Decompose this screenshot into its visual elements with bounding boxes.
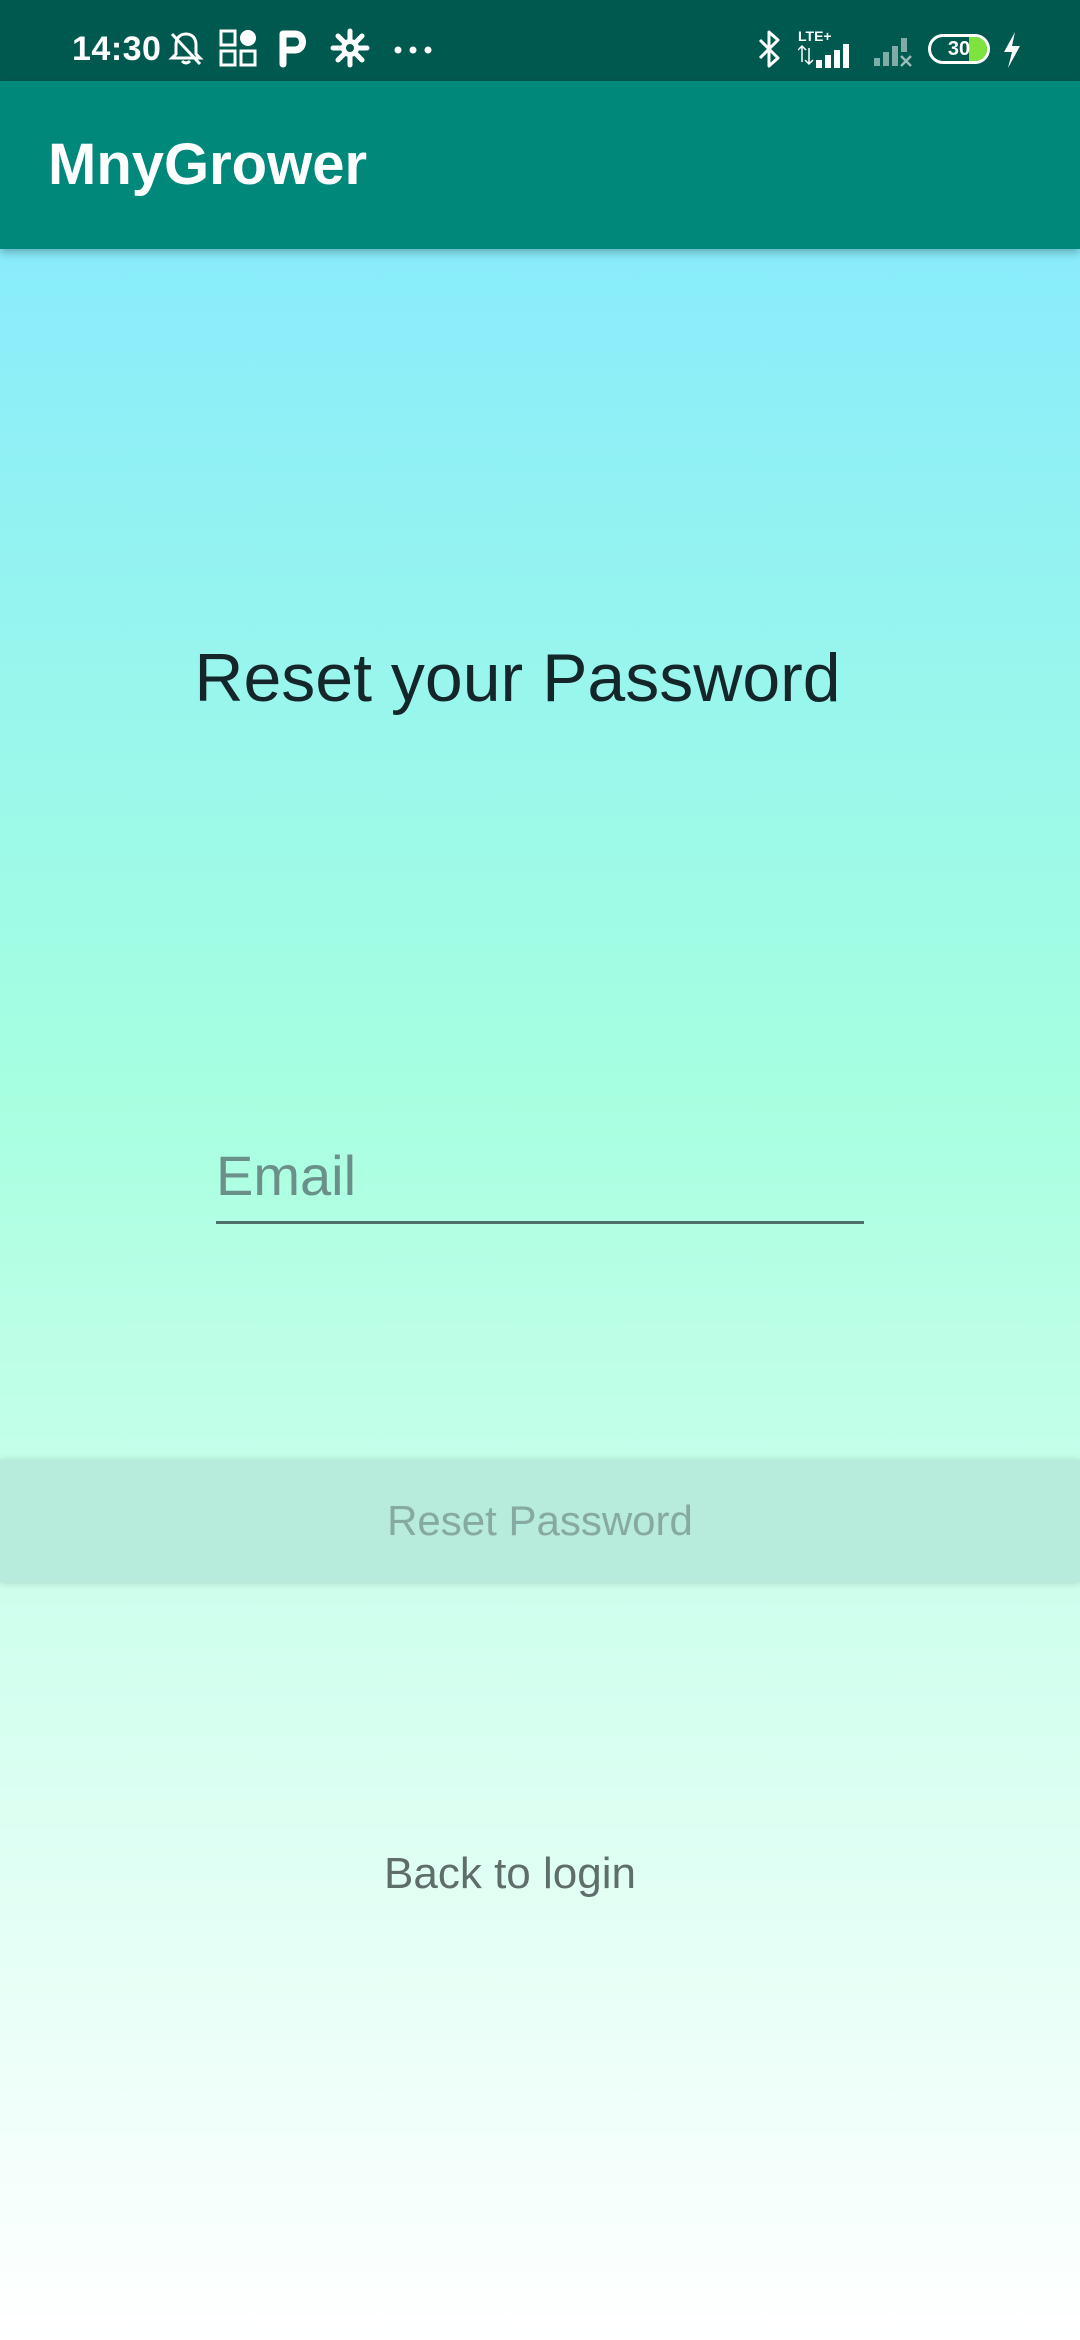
status-time: 14:30 [72, 30, 162, 68]
email-field[interactable] [216, 1129, 864, 1224]
parking-icon [279, 30, 306, 68]
gear-flower-icon [330, 28, 370, 68]
bluetooth-icon [758, 30, 780, 68]
lte-signal-icon: LTE+ [798, 28, 862, 68]
app-title: MnyGrower [48, 132, 368, 197]
back-to-login-link[interactable]: Back to login [0, 1849, 1020, 1899]
page-title: Reset your Password [194, 640, 841, 716]
reset-password-screen: Reset your Password Reset Password Back … [0, 249, 1080, 2340]
battery-level: 30 [947, 38, 971, 60]
more-dots-icon [394, 46, 432, 54]
email-input[interactable] [216, 1129, 864, 1221]
apps-icon [219, 29, 257, 67]
muted-bell-icon [168, 32, 204, 66]
charging-icon [1004, 32, 1020, 68]
battery-icon: 30 [928, 34, 990, 64]
app-bar: MnyGrower [0, 81, 1080, 249]
no-signal-icon [874, 38, 912, 67]
status-bar: 14:30 LTE+ 30 [0, 0, 1080, 81]
reset-password-button[interactable]: Reset Password [0, 1460, 1080, 1582]
